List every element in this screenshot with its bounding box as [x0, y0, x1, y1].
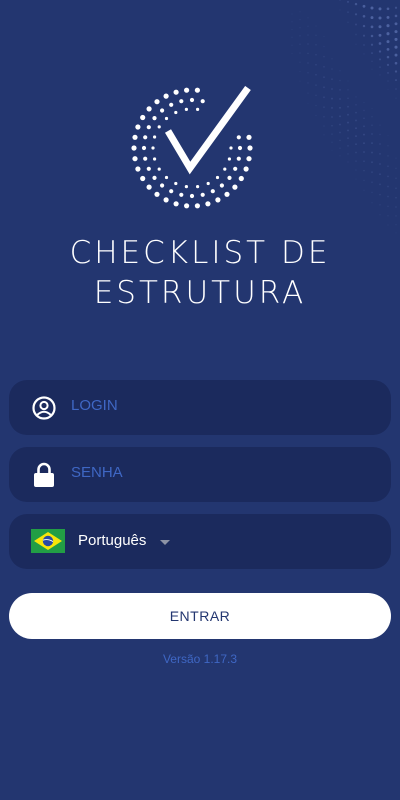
checkmark-logo-icon	[131, 86, 253, 209]
enter-button[interactable]: ENTRAR	[9, 593, 391, 639]
language-selected-label: Português	[78, 532, 147, 549]
password-input[interactable]	[71, 457, 371, 487]
lock-icon	[34, 462, 54, 487]
app-title-line-2: ESTRUTURA	[93, 275, 307, 311]
version-label: Versão 1.17.3	[162, 652, 238, 666]
login-field[interactable]	[9, 380, 391, 435]
app-title-line-1: CHECKLIST DE	[69, 235, 331, 271]
app-title: CHECKLIST DE ESTRUTURA	[0, 233, 400, 313]
dropdown-caret-icon	[160, 540, 170, 545]
user-circle-icon	[32, 396, 56, 420]
password-field[interactable]	[9, 447, 391, 502]
login-input[interactable]	[71, 390, 371, 420]
language-selector[interactable]: Português	[9, 514, 391, 569]
brazil-flag-icon	[31, 529, 65, 553]
